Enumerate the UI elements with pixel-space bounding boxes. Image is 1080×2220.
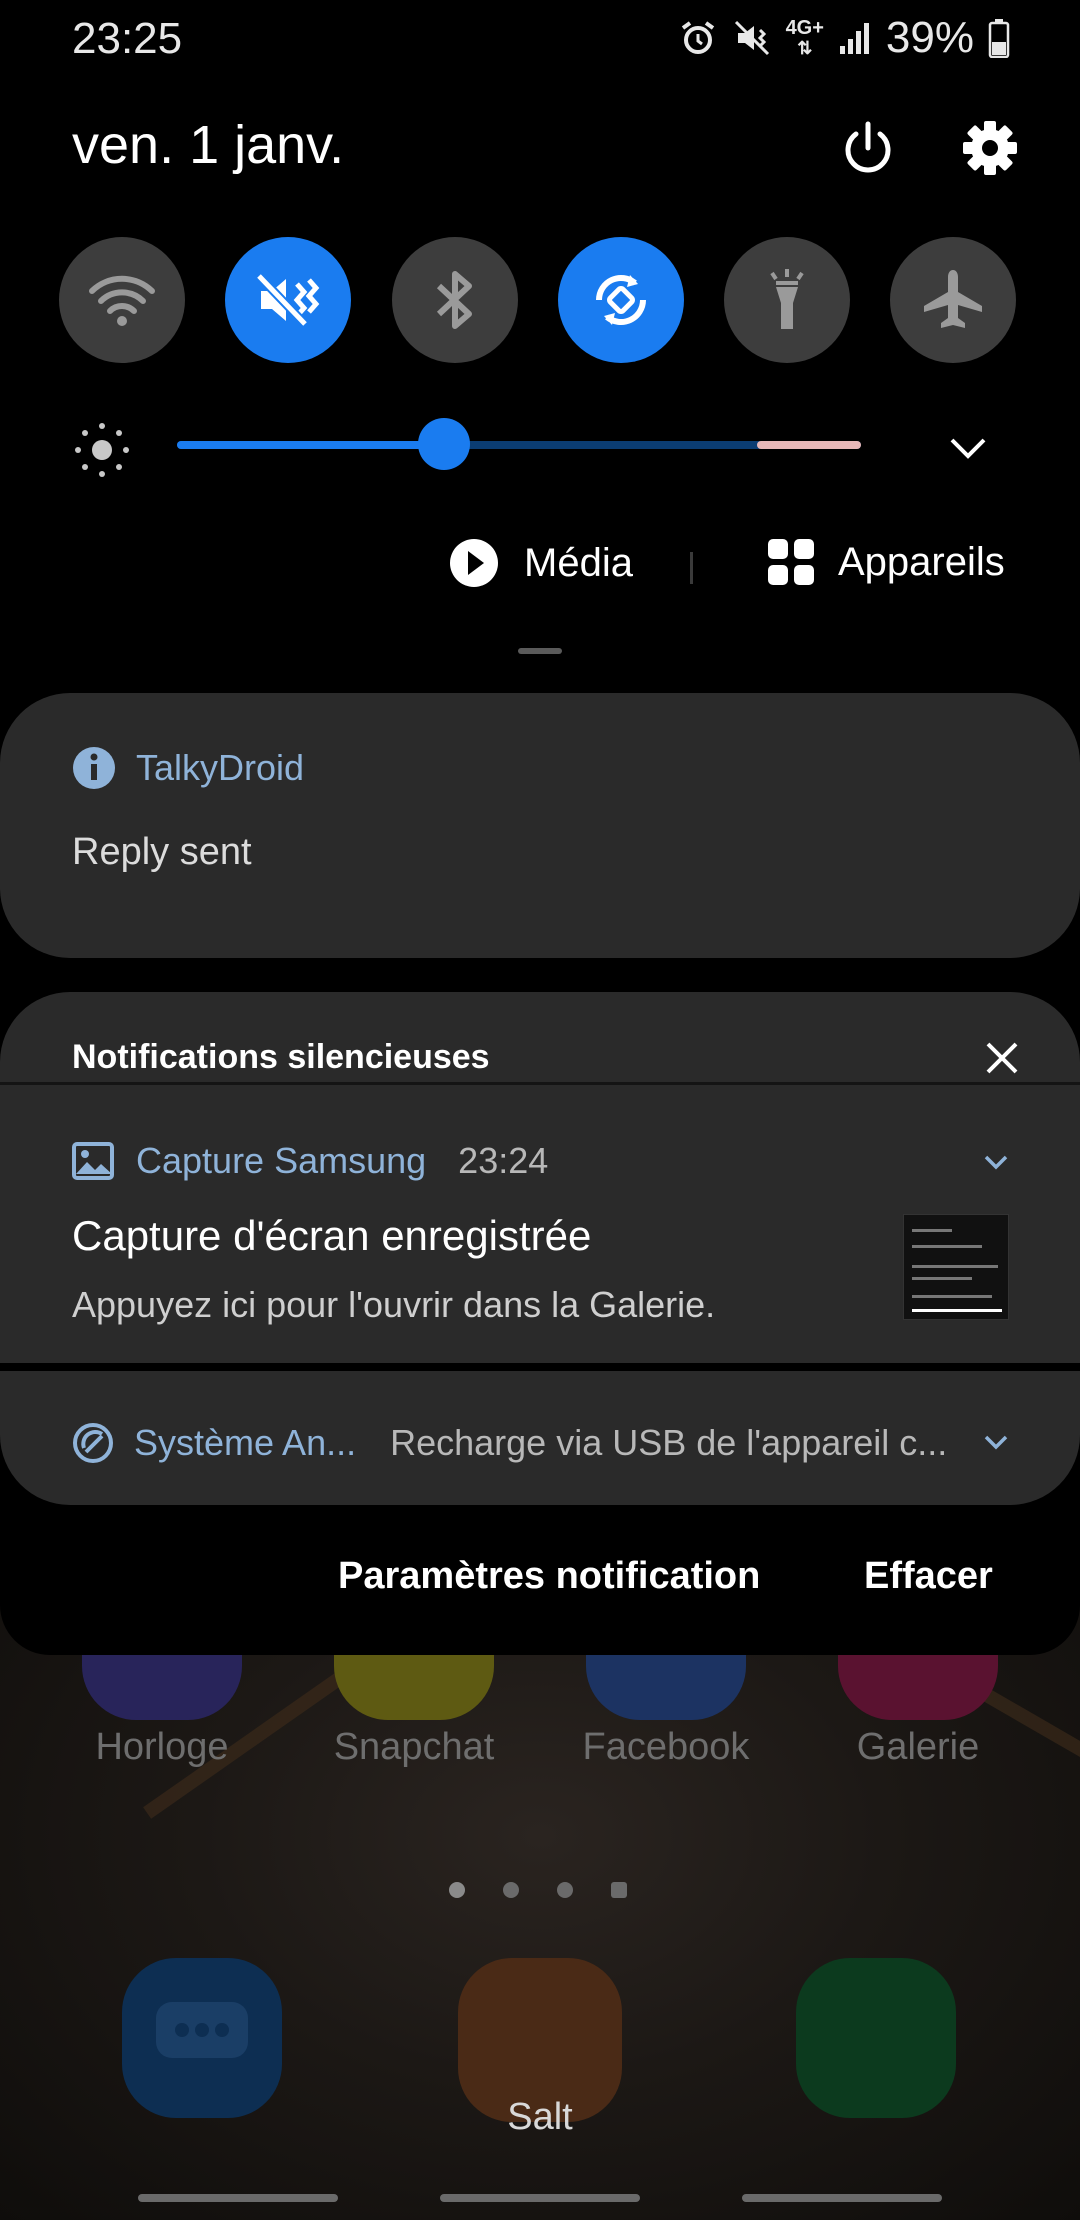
app-label-horloge: Horloge xyxy=(95,1726,229,1768)
nav-bar-center[interactable] xyxy=(440,2194,640,2202)
system-notification-row: Système An... Recharge via USB de l'appa… xyxy=(72,1422,972,1464)
capture-time: 23:24 xyxy=(458,1140,549,1181)
auto-rotate-icon xyxy=(595,274,647,326)
close-icon xyxy=(986,1042,1018,1074)
capture-expand-button[interactable] xyxy=(978,1144,1014,1180)
nav-bar-left[interactable] xyxy=(138,2194,338,2202)
devices-grid-icon xyxy=(768,539,814,585)
flashlight-icon xyxy=(770,269,804,329)
silent-notifications-group: Notifications silencieuses Capture Samsu… xyxy=(0,992,1080,1505)
media-divider xyxy=(690,552,693,584)
talkydroid-notification[interactable]: TalkyDroid Reply sent xyxy=(0,693,1080,958)
page-indicator-dot xyxy=(611,1882,627,1898)
brightness-slider[interactable] xyxy=(177,418,861,470)
notification-footer: Paramètres notification Effacer xyxy=(0,1505,1080,1655)
power-button[interactable] xyxy=(838,118,898,178)
dismiss-silent-button[interactable] xyxy=(976,1032,1028,1084)
info-icon xyxy=(73,747,115,789)
thumbnail-line xyxy=(912,1245,982,1248)
system-expand-button[interactable] xyxy=(978,1424,1014,1460)
signal-icon xyxy=(838,20,872,56)
app-label-facebook: Facebook xyxy=(582,1726,750,1768)
media-button[interactable]: Média xyxy=(448,537,633,589)
flashlight-toggle[interactable] xyxy=(724,237,850,363)
screenshot-thumbnail xyxy=(903,1214,1009,1320)
panel-drag-handle[interactable] xyxy=(518,648,562,654)
power-icon xyxy=(845,121,891,173)
vibrate-mute-icon xyxy=(732,18,772,58)
bluetooth-icon xyxy=(436,271,472,329)
image-icon xyxy=(72,1142,114,1180)
phone-app-icon[interactable] xyxy=(796,1958,956,2118)
media-label: Média xyxy=(524,540,633,585)
page-indicator-dot xyxy=(557,1882,573,1898)
chevron-down-icon xyxy=(984,1155,1008,1170)
brightness-icon xyxy=(72,420,132,480)
wifi-toggle[interactable] xyxy=(59,237,185,363)
page-indicator-dot xyxy=(503,1882,519,1898)
play-icon xyxy=(450,539,498,587)
system-app-name: Système An... xyxy=(134,1422,357,1463)
auto-rotate-toggle[interactable] xyxy=(558,237,684,363)
capture-app-name: Capture Samsung xyxy=(136,1140,427,1181)
android-system-icon xyxy=(73,1423,113,1463)
capture-notification-header: Capture Samsung 23:24 xyxy=(72,1140,548,1182)
thumbnail-line xyxy=(912,1265,998,1268)
mute-icon xyxy=(255,272,320,328)
gear-icon xyxy=(963,121,1017,175)
network-4g-icon: 4G+ ⇅ xyxy=(785,17,824,58)
capture-title: Capture d'écran enregistrée xyxy=(72,1212,592,1259)
panel-date: ven. 1 janv. xyxy=(72,115,345,175)
capture-body: Appuyez ici pour l'ouvrir dans la Galeri… xyxy=(72,1284,716,1325)
settings-button[interactable] xyxy=(960,118,1020,178)
airplane-icon xyxy=(924,270,982,328)
notification-settings-button[interactable]: Paramètres notification xyxy=(338,1555,760,1598)
nav-bar-right[interactable] xyxy=(742,2194,942,2202)
thumbnail-line xyxy=(912,1277,972,1280)
system-notification-text: Recharge via USB de l'appareil c... xyxy=(390,1422,948,1463)
section-divider xyxy=(0,1363,1080,1371)
bluetooth-toggle[interactable] xyxy=(392,237,518,363)
notification-message: Reply sent xyxy=(72,831,252,873)
notification-header: TalkyDroid xyxy=(72,746,304,790)
expand-panel-button[interactable] xyxy=(942,422,994,474)
page-indicator-dot xyxy=(449,1882,465,1898)
alarm-icon xyxy=(678,18,718,58)
wifi-icon xyxy=(89,275,155,326)
app-label-galerie: Galerie xyxy=(856,1726,980,1768)
chevron-down-icon xyxy=(984,1435,1008,1450)
dock-label-salt: Salt xyxy=(507,2096,573,2138)
battery-icon xyxy=(988,18,1010,58)
airplane-toggle[interactable] xyxy=(890,237,1016,363)
messages-app-icon[interactable] xyxy=(122,1958,282,2118)
app-label-snapchat: Snapchat xyxy=(333,1726,495,1768)
brightness-high-zone xyxy=(757,441,861,449)
status-icons: 4G+ ⇅ 39% xyxy=(678,12,1010,64)
battery-percent: 39% xyxy=(885,13,974,62)
mute-toggle[interactable] xyxy=(225,237,351,363)
chevron-down-icon xyxy=(950,438,986,459)
brightness-slider-fill xyxy=(177,441,444,449)
status-time: 23:25 xyxy=(72,14,183,63)
silent-section-title: Notifications silencieuses xyxy=(72,1038,490,1076)
devices-label: Appareils xyxy=(838,539,1005,584)
clear-all-button[interactable]: Effacer xyxy=(864,1555,993,1598)
notification-app-name: TalkyDroid xyxy=(136,747,305,788)
thumbnail-line xyxy=(912,1229,952,1232)
network-type: 4G+ xyxy=(785,17,824,39)
devices-button[interactable]: Appareils xyxy=(766,537,1005,587)
thumbnail-line xyxy=(912,1309,1002,1312)
thumbnail-line xyxy=(912,1295,992,1298)
brightness-slider-thumb[interactable] xyxy=(417,418,470,470)
